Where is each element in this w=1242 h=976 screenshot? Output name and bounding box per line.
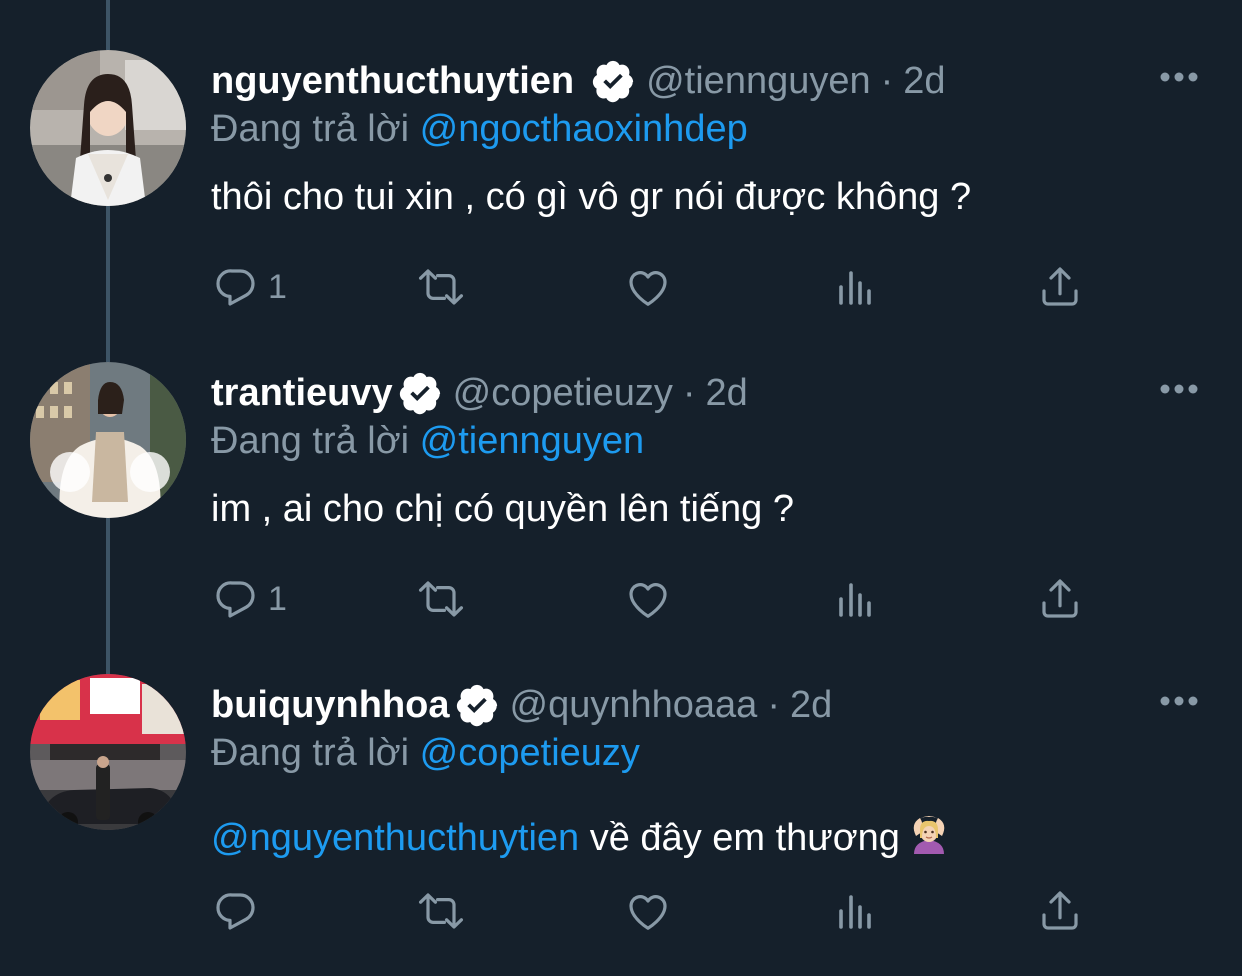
reply-button[interactable]: 1 — [212, 262, 287, 312]
analytics-icon — [839, 895, 871, 929]
display-name[interactable]: buiquynhhoa — [211, 684, 450, 727]
like-icon — [629, 583, 667, 618]
retweet-icon — [419, 581, 463, 617]
replying-to-label: Đang trả lời — [211, 108, 410, 150]
more-icon[interactable] — [1158, 694, 1200, 708]
tweet-actions — [0, 886, 1242, 936]
tweet[interactable]: trantieuvy @copetieuzy · 2d Đang trả lời… — [0, 312, 1242, 624]
display-name[interactable]: nguyenthucthuytien — [211, 60, 574, 103]
analytics-button[interactable] — [831, 886, 879, 936]
display-name[interactable]: trantieuvy — [211, 372, 393, 415]
analytics-button[interactable] — [831, 262, 879, 312]
reply-count: 1 — [268, 267, 287, 306]
reply-count: 1 — [268, 579, 287, 618]
avatar[interactable] — [30, 674, 186, 830]
reply-icon — [216, 581, 255, 618]
share-icon — [1042, 891, 1078, 930]
share-button[interactable] — [1036, 262, 1084, 312]
verified-badge-icon — [590, 58, 636, 104]
replying-to: Đang trả lời @copetieuzy — [211, 732, 640, 775]
verified-badge-icon — [397, 370, 443, 416]
reply-icon — [216, 269, 255, 306]
reply-thread: nguyenthucthuytien @tiennguyen · 2d Đang… — [0, 0, 1242, 976]
analytics-icon — [839, 583, 871, 617]
retweet-icon — [419, 893, 463, 929]
user-handle[interactable]: @tiennguyen — [646, 60, 871, 103]
like-button[interactable] — [624, 886, 672, 936]
retweet-icon — [419, 269, 463, 305]
like-button[interactable] — [624, 574, 672, 624]
like-icon — [629, 271, 667, 306]
tweet-text-body: về đây em thương — [579, 817, 900, 859]
timestamp[interactable]: 2d — [903, 60, 945, 103]
analytics-button[interactable] — [831, 574, 879, 624]
share-button[interactable] — [1036, 574, 1084, 624]
replying-to-label: Đang trả lời — [211, 420, 410, 462]
separator-dot: · — [767, 683, 780, 726]
avatar[interactable] — [30, 362, 186, 518]
user-handle[interactable]: @copetieuzy — [453, 372, 673, 415]
timestamp[interactable]: 2d — [790, 684, 832, 727]
separator-dot: · — [682, 371, 696, 414]
like-icon — [629, 895, 667, 930]
tweet-header: trantieuvy @copetieuzy · 2d — [211, 370, 748, 416]
replying-to-mention[interactable]: @tiennguyen — [420, 420, 645, 462]
tweet-actions: 1 — [0, 574, 1242, 624]
tweet-text: @nguyenthucthuytien về đây em thương — [211, 814, 950, 860]
share-button[interactable] — [1036, 886, 1084, 936]
timestamp[interactable]: 2d — [706, 372, 748, 415]
replying-to-mention[interactable]: @ngocthaoxinhdep — [420, 108, 748, 150]
replying-to: Đang trả lời @ngocthaoxinhdep — [211, 108, 748, 151]
more-icon[interactable] — [1158, 382, 1200, 396]
avatar[interactable] — [30, 50, 186, 206]
tweet[interactable]: buiquynhhoa @quynhhoaaa · 2d Đang trả lờ… — [0, 624, 1242, 936]
tweet-header: nguyenthucthuytien @tiennguyen · 2d — [211, 58, 946, 104]
reply-icon — [216, 893, 255, 930]
share-icon — [1042, 267, 1078, 306]
tweet[interactable]: nguyenthucthuytien @tiennguyen · 2d Đang… — [0, 0, 1242, 312]
reply-button[interactable] — [212, 886, 268, 936]
retweet-button[interactable] — [417, 262, 465, 312]
like-button[interactable] — [624, 262, 672, 312]
share-icon — [1042, 579, 1078, 618]
tweet-header: buiquynhhoa @quynhhoaaa · 2d — [211, 682, 832, 728]
replying-to: Đang trả lời @tiennguyen — [211, 420, 644, 463]
analytics-icon — [839, 271, 871, 305]
reply-button[interactable]: 1 — [212, 574, 287, 624]
more-icon[interactable] — [1158, 70, 1200, 84]
user-handle[interactable]: @quynhhoaaa — [510, 684, 758, 727]
separator-dot: · — [880, 59, 894, 102]
tweet-text: im , ai cho chị có quyền lên tiếng ? — [211, 488, 795, 530]
text-mention[interactable]: @nguyenthucthuytien — [211, 817, 579, 859]
retweet-button[interactable] — [417, 886, 465, 936]
tweet-actions: 1 — [0, 262, 1242, 312]
tweet-text: thôi cho tui xin , có gì vô gr nói được … — [211, 176, 972, 218]
replying-to-label: Đang trả lời — [211, 732, 410, 774]
replying-to-mention[interactable]: @copetieuzy — [420, 732, 640, 774]
verified-badge-icon — [454, 682, 500, 728]
person-gesturing-ok-icon — [908, 814, 950, 856]
retweet-button[interactable] — [417, 574, 465, 624]
